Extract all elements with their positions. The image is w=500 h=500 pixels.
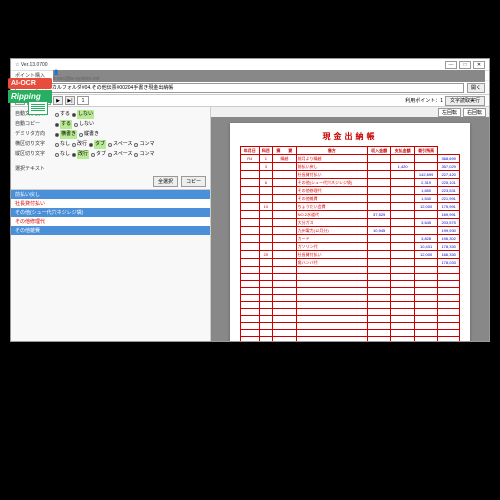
doc-title: 現金出納帳	[240, 131, 460, 142]
r-v-5[interactable]: コンマ	[134, 150, 154, 159]
points-label: 利用ポイント：1	[405, 97, 443, 104]
r-v-3[interactable]: タブ	[91, 150, 106, 159]
list-item[interactable]: その他(シュー代穴ネジレジ袋)	[11, 208, 210, 217]
path-input[interactable]	[15, 83, 464, 93]
opt-vdelim-label: 縦区切り文字	[15, 150, 53, 159]
list-item[interactable]: 前払い戻し	[11, 190, 210, 199]
user-label: 👤 s-sec@w-system.net	[53, 70, 485, 82]
ocr-exec-button[interactable]: 文字読取実行	[445, 96, 485, 106]
r-h-2[interactable]: 改行	[72, 140, 87, 149]
r-v-4[interactable]: スペース	[108, 150, 132, 159]
options-panel: 自動文字読取する しない 自動コピーする しない デミリタ方向横書き 縦書き 横…	[11, 107, 210, 163]
radio-delim-h[interactable]: 横書き	[55, 130, 77, 139]
open-button[interactable]: 開く	[467, 83, 485, 93]
copy-button[interactable]: コピー	[181, 176, 206, 187]
path-toolbar: 開く	[11, 81, 489, 95]
r-v-2[interactable]: 改行	[72, 150, 89, 159]
window-title: ☆ Ver.13.0700	[15, 62, 445, 68]
ledger-table: 年月日科目摘 要借方収入金額支払金額差引残高R41繰越前月より繰越368,699…	[240, 146, 460, 341]
r-h-1[interactable]: なし	[55, 140, 70, 149]
r-h-5[interactable]: コンマ	[134, 140, 154, 149]
document-page: 現金出納帳 年月日科目摘 要借方収入金額支払金額差引残高R41繰越前月より繰越3…	[230, 123, 470, 341]
list-item[interactable]: その他雑費	[11, 226, 210, 235]
right-panel: 左回転 右回転 現金出納帳 年月日科目摘 要借方収入金額支払金額差引残高R41繰…	[211, 107, 489, 341]
nav-bar: |◀ ◀ ▶ ▶| 利用ポイント：1 文字読取実行	[11, 95, 489, 107]
select-all-button[interactable]: 全選択	[153, 176, 178, 187]
opt-hdelim-label: 横区切り文字	[15, 140, 53, 149]
r-h-3[interactable]: タブ	[89, 140, 106, 149]
list-item[interactable]: その他修理代	[11, 217, 210, 226]
r-h-4[interactable]: スペース	[108, 140, 132, 149]
ai-ocr-label: AI-OCR	[8, 78, 52, 89]
doc-icon	[28, 101, 48, 115]
menubar: ポイント購入 👤 s-sec@w-system.net	[11, 71, 489, 81]
radio-auto-copy-yes[interactable]: する	[55, 120, 72, 129]
last-page-button[interactable]: ▶|	[65, 96, 75, 105]
opt-auto-copy-label: 自動コピー	[15, 120, 53, 129]
radio-auto-read-no[interactable]: しない	[72, 110, 94, 119]
opt-delim-label: デミリタ方向	[15, 130, 53, 139]
main-window: ☆ Ver.13.0700 — □ ✕ ポイント購入 👤 s-sec@w-sys…	[10, 58, 490, 342]
total-pages	[77, 96, 89, 105]
product-badge: AI-OCR Ripping	[8, 78, 52, 115]
close-button[interactable]: ✕	[473, 61, 485, 69]
list-item[interactable]: 社長貸付払い	[11, 199, 210, 208]
radio-auto-read-yes[interactable]: する	[55, 110, 70, 119]
document-viewport[interactable]: 現金出納帳 年月日科目摘 要借方収入金額支払金額差引残高R41繰越前月より繰越3…	[211, 117, 489, 341]
left-panel: 自動文字読取する しない 自動コピーする しない デミリタ方向横書き 縦書き 横…	[11, 107, 211, 341]
doc-toolbar: 左回転 右回転	[211, 107, 489, 117]
radio-auto-copy-no[interactable]: しない	[74, 120, 94, 129]
r-v-1[interactable]: なし	[55, 150, 70, 159]
selection-list: 前払い戻し社長貸付払いその他(シュー代穴ネジレジ袋)その他修理代その他雑費	[11, 189, 210, 235]
radio-delim-v[interactable]: 縦書き	[79, 130, 99, 139]
next-page-button[interactable]: ▶	[53, 96, 63, 105]
rotate-right-button[interactable]: 右回転	[463, 108, 486, 117]
rotate-left-button[interactable]: 左回転	[438, 108, 461, 117]
maximize-button[interactable]: □	[459, 61, 471, 69]
select-text-label: 選択テキスト	[11, 163, 210, 174]
minimize-button[interactable]: —	[445, 61, 457, 69]
